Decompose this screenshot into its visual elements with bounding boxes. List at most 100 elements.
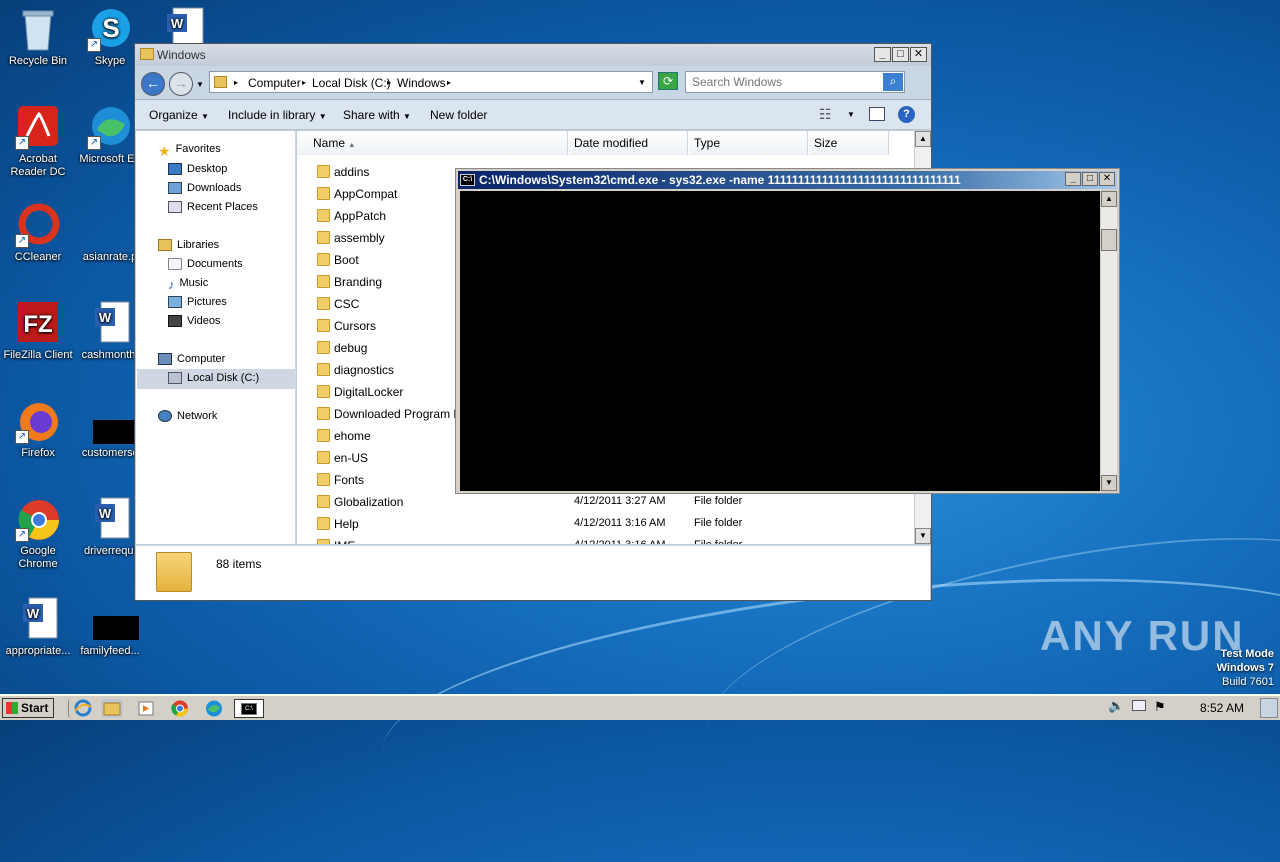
scroll-down-arrow-icon[interactable]: ▼: [1101, 475, 1117, 491]
breadcrumb-separator-icon[interactable]: ▸: [447, 78, 451, 87]
cmd-scrollbar[interactable]: ▲ ▼: [1101, 191, 1117, 491]
desktop-icon-chrome[interactable]: ↗ Google Chrome: [0, 496, 76, 571]
breadcrumb-separator-icon[interactable]: ▸: [302, 78, 306, 87]
breadcrumb-computer[interactable]: Computer: [248, 76, 301, 90]
shortcut-arrow-icon: ↗: [87, 38, 101, 52]
libraries-icon: [158, 239, 172, 252]
ie-icon[interactable]: [68, 699, 92, 718]
item-count: 88 items: [216, 557, 262, 571]
scroll-up-arrow-icon[interactable]: ▲: [915, 131, 931, 147]
column-header-date[interactable]: Date modified: [569, 131, 688, 155]
blank-file-icon: [87, 202, 133, 248]
desktop-icon-appropriate[interactable]: W appropriate...: [0, 596, 76, 658]
nav-documents[interactable]: Documents: [168, 258, 243, 271]
start-label: Start: [21, 701, 49, 715]
search-box[interactable]: ⌕: [685, 71, 905, 93]
network-tray-icon[interactable]: [1132, 700, 1154, 720]
chevron-down-icon[interactable]: ▼: [847, 110, 855, 119]
nav-desktop-label: Desktop: [187, 163, 228, 175]
desktop-icon-filezilla[interactable]: FZ FileZilla Client: [0, 300, 76, 362]
share-with-button[interactable]: Share with ▼: [343, 108, 411, 122]
desktop-icon-firefox[interactable]: ↗ Firefox: [0, 398, 76, 460]
show-desktop-button[interactable]: [1260, 698, 1278, 718]
nav-videos[interactable]: Videos: [168, 315, 220, 328]
cmd-taskbar-button[interactable]: C:\: [234, 699, 264, 718]
folder-icon: [317, 209, 330, 222]
scroll-thumb[interactable]: [1101, 229, 1117, 251]
clock[interactable]: 8:52 AM: [1200, 701, 1244, 715]
column-header-type[interactable]: Type: [689, 131, 808, 155]
file-row[interactable]: IME 4/12/2011 3:16 AM File folder: [297, 535, 897, 544]
word-document-icon: W: [87, 496, 133, 542]
close-button[interactable]: ✕: [1099, 172, 1115, 186]
file-row[interactable]: Help 4/12/2011 3:16 AM File folder: [297, 513, 897, 535]
file-row[interactable]: Globalization 4/12/2011 3:27 AM File folde…: [297, 491, 897, 513]
back-button[interactable]: ←: [141, 72, 165, 96]
desktop-icon-recycle-bin[interactable]: Recycle Bin: [0, 6, 76, 68]
close-button[interactable]: ✕: [910, 47, 927, 62]
scroll-up-arrow-icon[interactable]: ▲: [1101, 191, 1117, 207]
address-bar[interactable]: ▸ Computer ▸ Local Disk (C:) ▸ Windows ▸…: [209, 71, 653, 93]
chrome-icon: ↗: [15, 496, 61, 542]
desktop-icon-acrobat[interactable]: ↗ Acrobat Reader DC: [0, 104, 76, 179]
nav-local-disk-label: Local Disk (C:): [187, 372, 260, 384]
recent-pages-chevron-icon[interactable]: ▼: [196, 80, 204, 89]
include-in-library-button[interactable]: Include in library ▼: [228, 108, 327, 122]
chevron-down-icon: ▼: [318, 112, 327, 121]
breadcrumb-local-disk[interactable]: Local Disk (C:): [312, 76, 391, 90]
explorer-titlebar[interactable]: Windows _ □ ✕: [135, 44, 931, 66]
nav-pictures[interactable]: Pictures: [168, 296, 227, 309]
new-folder-button[interactable]: New folder: [430, 108, 487, 122]
scroll-down-arrow-icon[interactable]: ▼: [915, 528, 931, 544]
nav-downloads[interactable]: Downloads: [168, 182, 241, 195]
nav-documents-label: Documents: [187, 258, 243, 270]
nav-local-disk[interactable]: Local Disk (C:): [168, 372, 260, 385]
start-button[interactable]: Start: [2, 698, 54, 718]
forward-button[interactable]: →: [169, 72, 193, 96]
maximize-button[interactable]: □: [1082, 172, 1098, 186]
volume-icon[interactable]: 🔈: [1108, 698, 1130, 718]
nav-recent-places[interactable]: Recent Places: [168, 201, 258, 214]
nav-music[interactable]: ♪ Music: [168, 277, 208, 292]
console-output[interactable]: [460, 191, 1100, 491]
nav-network[interactable]: Network: [158, 410, 217, 423]
preview-pane-icon[interactable]: [869, 107, 885, 121]
search-icon[interactable]: ⌕: [883, 73, 903, 91]
refresh-button[interactable]: ⟳: [658, 72, 678, 90]
organize-label: Organize: [149, 108, 198, 122]
file-name: Branding: [334, 275, 383, 289]
folder-icon: [317, 407, 330, 420]
breadcrumb-separator-icon[interactable]: ▸: [234, 78, 238, 87]
edge-taskbar-icon[interactable]: [203, 699, 225, 718]
nav-favorites[interactable]: ★ Favorites: [158, 143, 221, 159]
organize-button[interactable]: Organize ▼: [149, 108, 209, 122]
view-options-icon[interactable]: ☷: [819, 106, 832, 123]
desktop-icon-familyfeed[interactable]: familyfeed...: [72, 596, 148, 658]
minimize-button[interactable]: _: [1065, 172, 1081, 186]
chrome-taskbar-icon[interactable]: [169, 699, 191, 718]
column-header-name[interactable]: Name ▲: [297, 131, 568, 155]
anyrun-watermark: ANY RUN: [1040, 612, 1245, 659]
breadcrumb-separator-icon[interactable]: ▸: [387, 78, 391, 87]
nav-libraries[interactable]: Libraries: [158, 239, 219, 252]
explorer-taskbar-icon[interactable]: [101, 699, 123, 718]
nav-computer[interactable]: Computer: [158, 353, 225, 366]
minimize-button[interactable]: _: [874, 47, 891, 62]
address-dropdown-icon[interactable]: ▼: [638, 78, 646, 87]
breadcrumb-windows[interactable]: Windows: [397, 76, 446, 90]
cmd-titlebar[interactable]: C:\ C:\Windows\System32\cmd.exe - sys32.…: [458, 171, 1117, 189]
maximize-button[interactable]: □: [892, 47, 909, 62]
action-center-flag-icon[interactable]: ⚑: [1154, 699, 1176, 719]
desktop-icon-label: Recycle Bin: [8, 55, 68, 67]
shortcut-arrow-icon: ↗: [15, 136, 29, 150]
cmd-window[interactable]: C:\ C:\Windows\System32\cmd.exe - sys32.…: [455, 168, 1120, 494]
nav-desktop[interactable]: Desktop: [168, 163, 228, 176]
shortcut-arrow-icon: ↗: [15, 430, 29, 444]
folder-icon: [317, 341, 330, 354]
search-input[interactable]: [686, 72, 882, 92]
column-header-size[interactable]: Size: [809, 131, 889, 155]
cmd-icon: C:\: [460, 174, 475, 186]
media-player-icon[interactable]: [135, 699, 157, 718]
desktop-icon-ccleaner[interactable]: ↗ CCleaner: [0, 202, 76, 264]
help-icon[interactable]: ?: [898, 106, 915, 123]
